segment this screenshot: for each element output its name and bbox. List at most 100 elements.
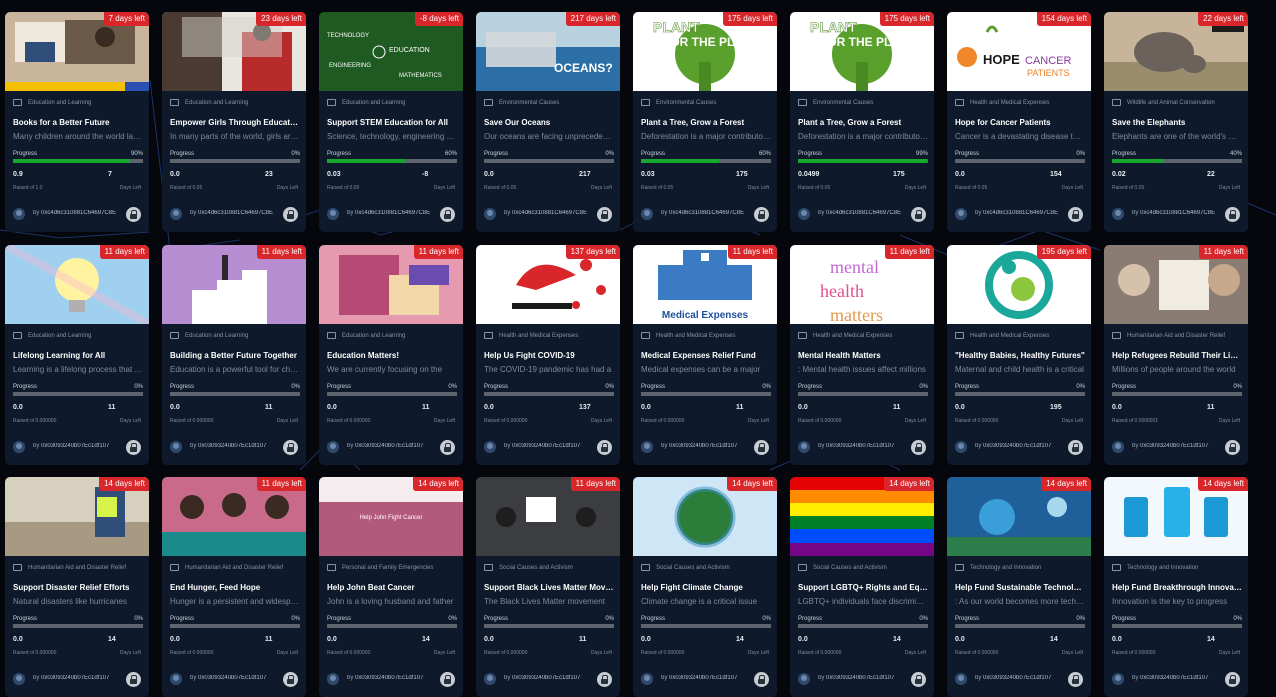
lock-icon[interactable]	[440, 440, 455, 455]
creator-prefix: by	[33, 210, 40, 216]
days-remaining: 14	[736, 636, 744, 643]
campaign-title[interactable]: Books for a Better Future	[13, 118, 143, 127]
campaign-description: Natural disasters like hurricanes	[13, 597, 127, 606]
progress-percent: 0%	[605, 616, 614, 622]
amount-raised: 0.0	[484, 171, 494, 178]
progress-percent: 0%	[1076, 151, 1085, 157]
lock-icon[interactable]	[126, 207, 141, 222]
avatar-icon	[641, 441, 653, 453]
campaign-description: LGBTQ+ individuals face discrimination	[798, 597, 928, 606]
campaign-card[interactable]: 23 days left Education and Learning Empowe…	[162, 12, 306, 232]
lock-icon[interactable]	[1225, 207, 1240, 222]
progress-bar-fill	[798, 159, 927, 163]
campaign-card[interactable]: mental health matters 11 days left Health an…	[790, 245, 934, 465]
campaign-title[interactable]: Mental Health Matters	[798, 351, 928, 360]
lock-icon[interactable]	[1225, 440, 1240, 455]
campaign-card[interactable]: 137 days left Health and Medical Expenses…	[476, 245, 620, 465]
category-label: Technology and Innovation	[1127, 564, 1199, 571]
campaign-card[interactable]: Help John Fight Cancer 14 days left Person…	[319, 477, 463, 697]
creator-address-value: 0xc4d6c310881C64697C8E	[669, 210, 745, 216]
campaign-title[interactable]: Medical Expenses Relief Fund	[641, 351, 771, 360]
campaign-card[interactable]: PLANT FOR THE PLANET 175 days left Environm…	[633, 12, 777, 232]
campaign-title[interactable]: Empower Girls Through Education	[170, 118, 300, 127]
campaign-image-caption: Medical Expenses	[661, 310, 749, 321]
lock-icon[interactable]	[283, 440, 298, 455]
campaign-card[interactable]: 11 days left Humanitarian Aid and Disaste…	[162, 477, 306, 697]
campaign-card[interactable]: 22 days left Wildlife and Animal Conserva…	[1104, 12, 1248, 232]
campaign-card[interactable]: 14 days left Social Causes and Activism He…	[633, 477, 777, 697]
campaign-card[interactable]: Medical Expenses 11 days left Health and M…	[633, 245, 777, 465]
lock-icon[interactable]	[911, 440, 926, 455]
folder-icon	[327, 99, 336, 106]
lock-icon[interactable]	[283, 207, 298, 222]
lock-icon[interactable]	[283, 672, 298, 687]
campaign-card[interactable]: 195 days left Health and Medical Expenses…	[947, 245, 1091, 465]
lock-icon[interactable]	[1225, 672, 1240, 687]
campaign-title[interactable]: Help Fight Climate Change	[641, 583, 771, 592]
lock-icon[interactable]	[911, 207, 926, 222]
campaign-category: Humanitarian Aid and Disaster Relief	[170, 564, 283, 571]
campaign-title[interactable]: Education Matters!	[327, 351, 457, 360]
campaign-card[interactable]: 11 days left Education and Learning Lifelo…	[5, 245, 149, 465]
progress-bar	[641, 392, 771, 396]
campaign-title[interactable]: "Healthy Babies, Healthy Futures"	[955, 351, 1085, 360]
campaign-card[interactable]: 7 days left Education and Learning Books f…	[5, 12, 149, 232]
lock-icon[interactable]	[1068, 440, 1083, 455]
campaign-title[interactable]: Help John Beat Cancer	[327, 583, 457, 592]
campaign-title[interactable]: Plant a Tree, Grow a Forest	[641, 118, 771, 127]
campaign-title[interactable]: Building a Better Future Together	[170, 351, 300, 360]
lock-icon[interactable]	[597, 440, 612, 455]
lock-icon[interactable]	[1068, 207, 1083, 222]
campaign-card[interactable]: 11 days left Education and Learning Educat…	[319, 245, 463, 465]
lock-icon[interactable]	[440, 207, 455, 222]
lock-icon[interactable]	[754, 672, 769, 687]
campaign-card[interactable]: 11 days left Humanitarian Aid and Disaste…	[1104, 245, 1248, 465]
lock-icon[interactable]	[1068, 672, 1083, 687]
amount-raised: 0.0	[798, 636, 808, 643]
folder-icon	[484, 99, 493, 106]
campaign-card[interactable]: PLANT FOR THE PLANET 175 days left Environm…	[790, 12, 934, 232]
campaign-card[interactable]: 11 days left Education and Learning Buildi…	[162, 245, 306, 465]
lock-icon[interactable]	[440, 672, 455, 687]
campaign-title[interactable]: Plant a Tree, Grow a Forest	[798, 118, 928, 127]
campaign-title[interactable]: Support Black Lives Matter Movement	[484, 583, 614, 592]
campaign-card[interactable]: 14 days left Humanitarian Aid and Disaste…	[5, 477, 149, 697]
campaign-title[interactable]: Save the Elephants	[1112, 118, 1242, 127]
lock-icon[interactable]	[754, 207, 769, 222]
lock-icon[interactable]	[597, 672, 612, 687]
campaign-title[interactable]: Help Fund Sustainable Technology	[955, 583, 1085, 592]
raised-of-target: Raised of 0.05	[798, 185, 831, 191]
campaign-title[interactable]: Help Refugees Rebuild Their Lives	[1112, 351, 1242, 360]
creator-address-value: 0x03093240b07Ec1df107	[669, 443, 738, 449]
campaign-card[interactable]: 14 days left Social Causes and Activism Su…	[790, 477, 934, 697]
campaign-title[interactable]: Help Fund Breakthrough Innovation	[1112, 583, 1242, 592]
lock-icon[interactable]	[126, 440, 141, 455]
creator-prefix: by	[818, 675, 825, 681]
campaign-title[interactable]: Support LGBTQ+ Rights and Equality	[798, 583, 928, 592]
category-label: Social Causes and Activism	[499, 564, 573, 571]
creator-address-value: 0xc4d6c310881C64697C8E	[355, 210, 431, 216]
campaign-card[interactable]: 14 days left Technology and Innovation Hel…	[1104, 477, 1248, 697]
campaign-card[interactable]: OCEANS? 217 days left Environmental Causes…	[476, 12, 620, 232]
campaign-title[interactable]: End Hunger, Feed Hope	[170, 583, 300, 592]
campaign-card[interactable]: HOPE CANCER PATIENTS 154 days left Health an…	[947, 12, 1091, 232]
lock-icon[interactable]	[126, 672, 141, 687]
campaign-title[interactable]: Hope for Cancer Patients	[955, 118, 1085, 127]
campaign-title[interactable]: Support Disaster Relief Efforts	[13, 583, 143, 592]
campaign-title[interactable]: Save Our Oceans	[484, 118, 614, 127]
lock-icon[interactable]	[754, 440, 769, 455]
campaign-card[interactable]: 11 days left Social Causes and Activism Su…	[476, 477, 620, 697]
campaign-card[interactable]: 14 days left Technology and Innovation Hel…	[947, 477, 1091, 697]
campaign-title[interactable]: Support STEM Education for All	[327, 118, 457, 127]
progress-bar-fill	[327, 159, 405, 163]
amount-raised: 0.0	[13, 636, 23, 643]
days-left-label: Days Left	[1061, 185, 1083, 191]
campaign-title[interactable]: Help Us Fight COVID-19	[484, 351, 614, 360]
campaign-card[interactable]: TECHNOLOGY EDUCATION ENGINEERING MATHEMATIC…	[319, 12, 463, 232]
days-remaining: 11	[736, 404, 744, 411]
days-left-badge: 137 days left	[565, 245, 620, 259]
lock-icon[interactable]	[911, 672, 926, 687]
campaign-title[interactable]: Lifelong Learning for All	[13, 351, 143, 360]
raised-of-target: Raised of 0.000000	[955, 418, 999, 424]
lock-icon[interactable]	[597, 207, 612, 222]
